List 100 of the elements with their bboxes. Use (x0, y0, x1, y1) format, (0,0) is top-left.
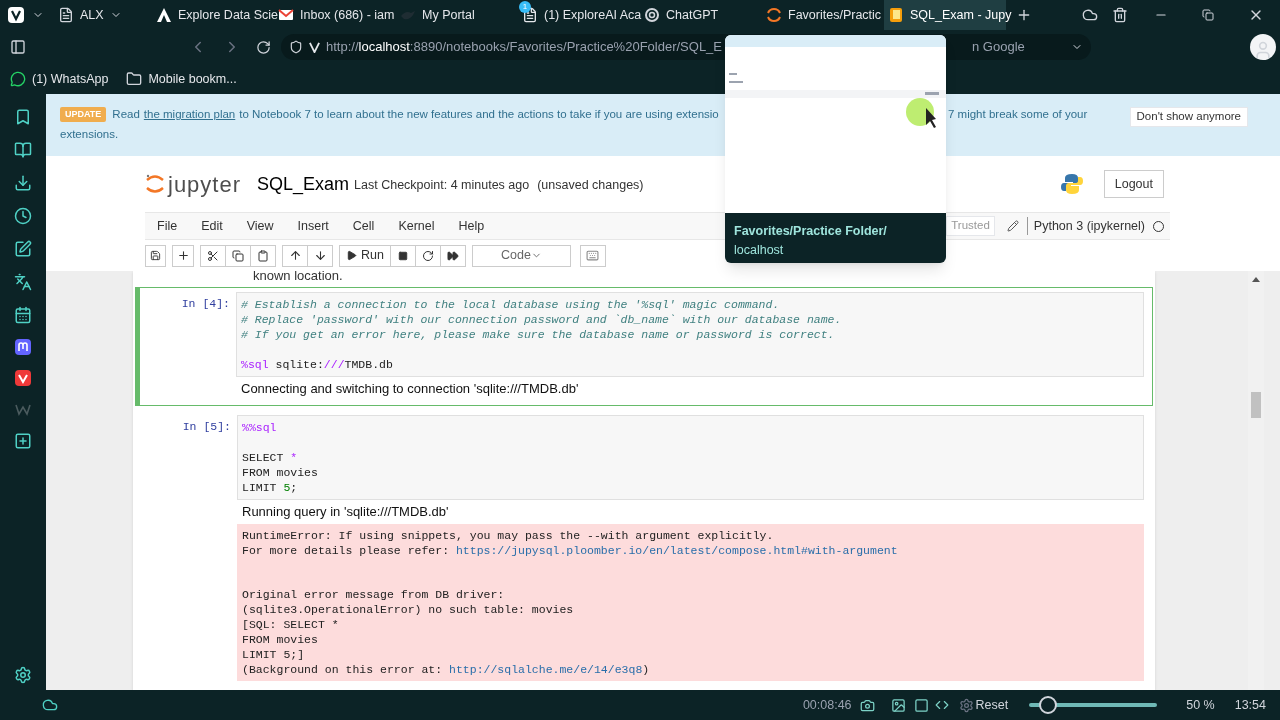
download-icon[interactable] (14, 174, 32, 192)
code-line: FROM movies (242, 632, 318, 647)
banner-text: to Notebook 7 to learn about the new features and the actions to take if you are using extensio (239, 107, 719, 122)
menu-item[interactable]: Kernel (386, 216, 447, 236)
cell-prompt: In [5]: (181, 419, 232, 435)
image-icon[interactable] (890, 697, 906, 713)
shield-icon (289, 40, 303, 54)
menu-item[interactable]: View (234, 216, 286, 236)
new-tab-icon[interactable] (1016, 7, 1032, 23)
settings-icon[interactable] (14, 666, 32, 684)
browser-tab[interactable]: ChatGPT (640, 0, 762, 30)
cloud-icon[interactable] (1082, 7, 1098, 23)
code-line: Original error message from DB driver: (242, 587, 505, 602)
tab-title: My Portal (422, 6, 475, 24)
code-line: (sqlite3.OperationalError) no such table: movies (242, 602, 574, 617)
avatar[interactable] (1250, 34, 1276, 60)
url-text: http://localhost:8890/notebooks/Favorites/Practice%20Folder/SQL_E (326, 38, 722, 57)
tab-title: ChatGPT (666, 6, 719, 24)
chat-icon (10, 71, 26, 87)
add-panel-icon[interactable] (14, 432, 32, 450)
translate-icon[interactable] (14, 273, 32, 291)
frame-icon[interactable] (913, 697, 929, 713)
browser-app-icon[interactable] (15, 370, 31, 386)
copy-icon (232, 249, 244, 262)
reload-icon[interactable] (256, 39, 271, 55)
tab-title: Inbox (686) - iam (300, 6, 395, 24)
document-icon (58, 7, 74, 23)
notes-icon[interactable] (14, 240, 32, 258)
browser-tab[interactable]: 1 (1) ExploreAI Aca (518, 0, 640, 30)
calendar-icon[interactable] (14, 306, 32, 324)
restart-icon (421, 249, 434, 262)
scrollbar-thumb[interactable] (1251, 392, 1261, 418)
cell-output: Running query in 'sqlite:///TMDB.db' (241, 503, 450, 521)
notebook-cell[interactable] (135, 287, 1153, 406)
browser-tab[interactable]: My Portal (396, 0, 518, 30)
book-icon[interactable] (14, 141, 32, 159)
paste-button[interactable] (250, 244, 276, 267)
book-icon (888, 7, 904, 23)
tab-title: ALX (80, 6, 104, 24)
menu-item[interactable]: File (145, 216, 190, 236)
edit-icon[interactable] (1006, 220, 1019, 232)
notebook-name[interactable]: SQL_Exam (257, 170, 350, 198)
code-line: [SQL: SELECT * (242, 617, 339, 632)
clock: 13:54 (1234, 696, 1266, 714)
browser-tab[interactable]: Favorites/Practic (762, 0, 884, 30)
bookmark-icon[interactable] (14, 108, 32, 126)
restore-icon[interactable] (1202, 9, 1214, 21)
logo-text: jupyter (168, 170, 242, 199)
ring-icon (766, 7, 782, 23)
insert-cell-button[interactable] (172, 244, 194, 267)
chat-app-icon[interactable] (15, 339, 31, 355)
arrow-up-icon (288, 249, 302, 262)
stop-button[interactable] (389, 244, 416, 267)
code-line: LIMIT 5; (242, 480, 298, 495)
tab-title: SQL_Exam - Jupy (910, 6, 1012, 24)
link[interactable]: http://sqlalche.me/e/14/e3q8 (449, 663, 643, 676)
menu-item[interactable]: Cell (340, 216, 387, 236)
panel-toggle-icon[interactable] (10, 39, 26, 55)
restart-button[interactable] (414, 244, 441, 267)
cut-button[interactable] (200, 244, 226, 267)
dismiss-button[interactable]: Don't show anymore (1129, 107, 1248, 127)
banner-text: extensions. (60, 127, 120, 143)
menu-item[interactable]: Insert (285, 216, 341, 236)
cell-type-select[interactable]: Code (471, 244, 571, 267)
camera-icon[interactable] (859, 697, 875, 713)
run-button[interactable]: Run (339, 244, 391, 267)
code-line: # Establish a connection to the local database using the '%sql' magic command. (241, 297, 780, 312)
jupyter-logo-icon (145, 172, 165, 196)
code-icon[interactable] (934, 698, 949, 712)
trash-icon[interactable] (1112, 7, 1128, 23)
cloud-icon[interactable] (42, 697, 58, 713)
preview-subtitle: localhost (734, 241, 785, 259)
menu-item[interactable]: Help (446, 216, 497, 236)
move-down-button[interactable] (307, 244, 333, 267)
save-icon (150, 250, 161, 261)
code-editor[interactable]: %%sql SELECT * FROM movies LIMIT 5; (237, 415, 1144, 500)
link[interactable]: the migration plan (143, 106, 236, 124)
link[interactable]: https://jupysql.ploomber.io/en/latest/compose.html#with-argument (455, 544, 898, 557)
browser-tab[interactable]: ALX (54, 0, 152, 30)
code-editor[interactable] (236, 292, 1144, 377)
keyboard-icon (586, 249, 600, 262)
arrow-down-icon (313, 249, 327, 262)
browser-logo-icon[interactable] (8, 7, 24, 23)
logout-button[interactable]: Logout (1103, 170, 1164, 198)
slider-thumb[interactable] (1039, 696, 1058, 714)
menu-item[interactable]: Edit (189, 216, 235, 236)
reset-button[interactable]: Reset (975, 695, 1009, 715)
scroll-up-icon[interactable] (1252, 277, 1260, 282)
history-icon[interactable] (14, 207, 32, 225)
bookmark-link[interactable]: (1) WhatsApp (10, 69, 109, 89)
code-line: FROM movies (242, 465, 318, 480)
save-button[interactable] (145, 244, 166, 267)
document-icon (522, 7, 538, 23)
knot-icon (644, 7, 660, 23)
bookmark-link[interactable]: Mobile bookm... (126, 69, 237, 89)
zoom-level: 50 % (1186, 696, 1215, 714)
tab-title: Explore Data Scie (178, 6, 279, 24)
run-all-button[interactable] (439, 244, 466, 267)
recording-time: 00:08:46 (802, 696, 852, 714)
move-up-button[interactable] (282, 244, 308, 267)
